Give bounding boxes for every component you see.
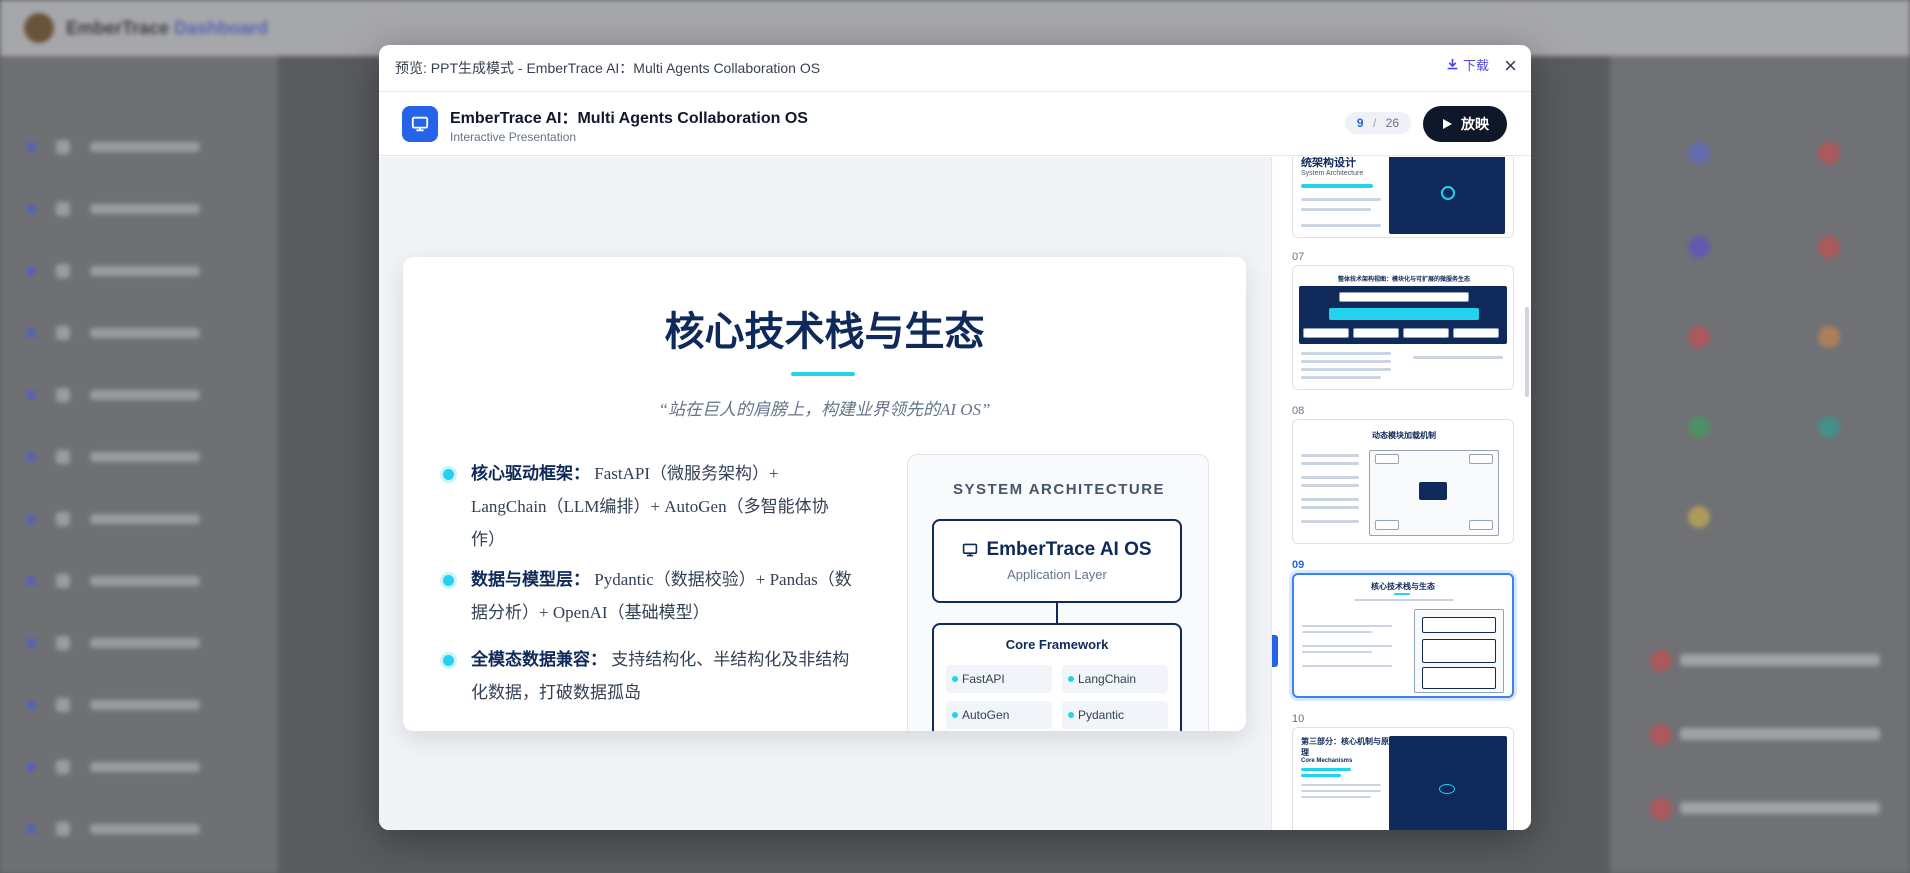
preview-modal: 预览: PPT生成模式 - EmberTrace AI：Multi Agents… — [379, 45, 1531, 830]
current-page: 9 — [1356, 116, 1364, 130]
background-sidebar — [0, 56, 278, 873]
thumbnail-scrollbar[interactable] — [1525, 307, 1529, 397]
current-slide: 核心技术栈与生态 “站在巨人的肩膀上，构建业界领先的AI OS” 核心驱动框架：… — [403, 257, 1246, 731]
total-pages: 26 — [1385, 116, 1399, 130]
bullet-item: 全模态数据兼容： 支持结构化、半结构化及非结构化数据，打破数据孤岛 — [443, 643, 853, 709]
modal-title: 预览: PPT生成模式 - EmberTrace AI：Multi Agents… — [395, 60, 821, 76]
deck-subtitle: Interactive Presentation — [450, 129, 577, 144]
download-label: 下载 — [1462, 58, 1489, 73]
thumbnail-slide[interactable]: 动态模块加载机制 — [1292, 419, 1514, 544]
play-button[interactable]: 放映 — [1423, 106, 1507, 142]
active-thumbnail-marker — [1272, 635, 1278, 667]
deck-header: EmberTrace AI：Multi Agents Collaboration… — [379, 92, 1531, 156]
framework-chip: AutoGen — [946, 701, 1052, 729]
close-icon[interactable]: × — [1504, 55, 1517, 77]
thumbnail-sidebar[interactable]: 统架构设计 System Architecture 07 整体技术架构视图：模块… — [1271, 157, 1531, 830]
modal-header: 预览: PPT生成模式 - EmberTrace AI：Multi Agents… — [379, 45, 1531, 92]
title-underline — [791, 372, 855, 376]
monitor-icon — [963, 543, 978, 557]
thumbnail-slide[interactable]: 统架构设计 System Architecture — [1292, 157, 1514, 238]
thumbnail-slide-active[interactable]: 核心技术栈与生态 — [1292, 573, 1514, 698]
download-button[interactable]: 下载 — [1446, 55, 1489, 74]
play-label: 放映 — [1461, 116, 1489, 132]
play-icon — [1443, 119, 1452, 129]
architecture-diagram: SYSTEM ARCHITECTURE EmberTrace AI OS App… — [907, 454, 1209, 731]
architecture-label: SYSTEM ARCHITECTURE — [952, 481, 1166, 498]
framework-chip: Pydantic — [1062, 701, 1168, 729]
framework-chip: FastAPI — [946, 665, 1052, 693]
slide-quote: “站在巨人的肩膀上，构建业界领先的AI OS” — [658, 400, 991, 419]
core-framework-title: Core Framework — [1005, 637, 1109, 652]
os-layer-subtitle: Application Layer — [1007, 567, 1107, 582]
os-layer-title: EmberTrace AI OS — [986, 539, 1152, 560]
os-layer-box: EmberTrace AI OS Application Layer — [932, 519, 1182, 603]
thumbnail-slide[interactable]: 整体技术架构视图：模块化与可扩展的微服务生态 — [1292, 265, 1514, 390]
slide-title: 核心技术栈与生态 — [664, 308, 985, 355]
page-indicator: 9 / 26 — [1344, 112, 1411, 134]
bullet-item: 核心驱动框架： FastAPI（微服务架构）+ LangChain（LLM编排）… — [443, 457, 853, 556]
bullet-item: 数据与模型层： Pydantic（数据校验）+ Pandas（数据分析）+ Op… — [443, 563, 853, 629]
deck-title: EmberTrace AI：Multi Agents Collaboration… — [450, 109, 808, 127]
background-right-panel — [1610, 56, 1910, 873]
brand-name: EmberTrace Dashboard — [66, 17, 269, 38]
connector-line — [1056, 603, 1058, 623]
framework-chip: LangChain — [1062, 665, 1168, 693]
slide-stage: 核心技术栈与生态 “站在巨人的肩膀上，构建业界领先的AI OS” 核心驱动框架：… — [379, 157, 1271, 830]
brand-logo — [24, 13, 54, 43]
thumbnail-slide[interactable]: 第三部分：核心机制与原理 Core Mechanisms — [1292, 727, 1514, 830]
monitor-icon — [402, 105, 438, 142]
core-framework-box: Core Framework FastAPI LangChain AutoGen… — [932, 623, 1182, 731]
download-icon — [1447, 58, 1458, 70]
